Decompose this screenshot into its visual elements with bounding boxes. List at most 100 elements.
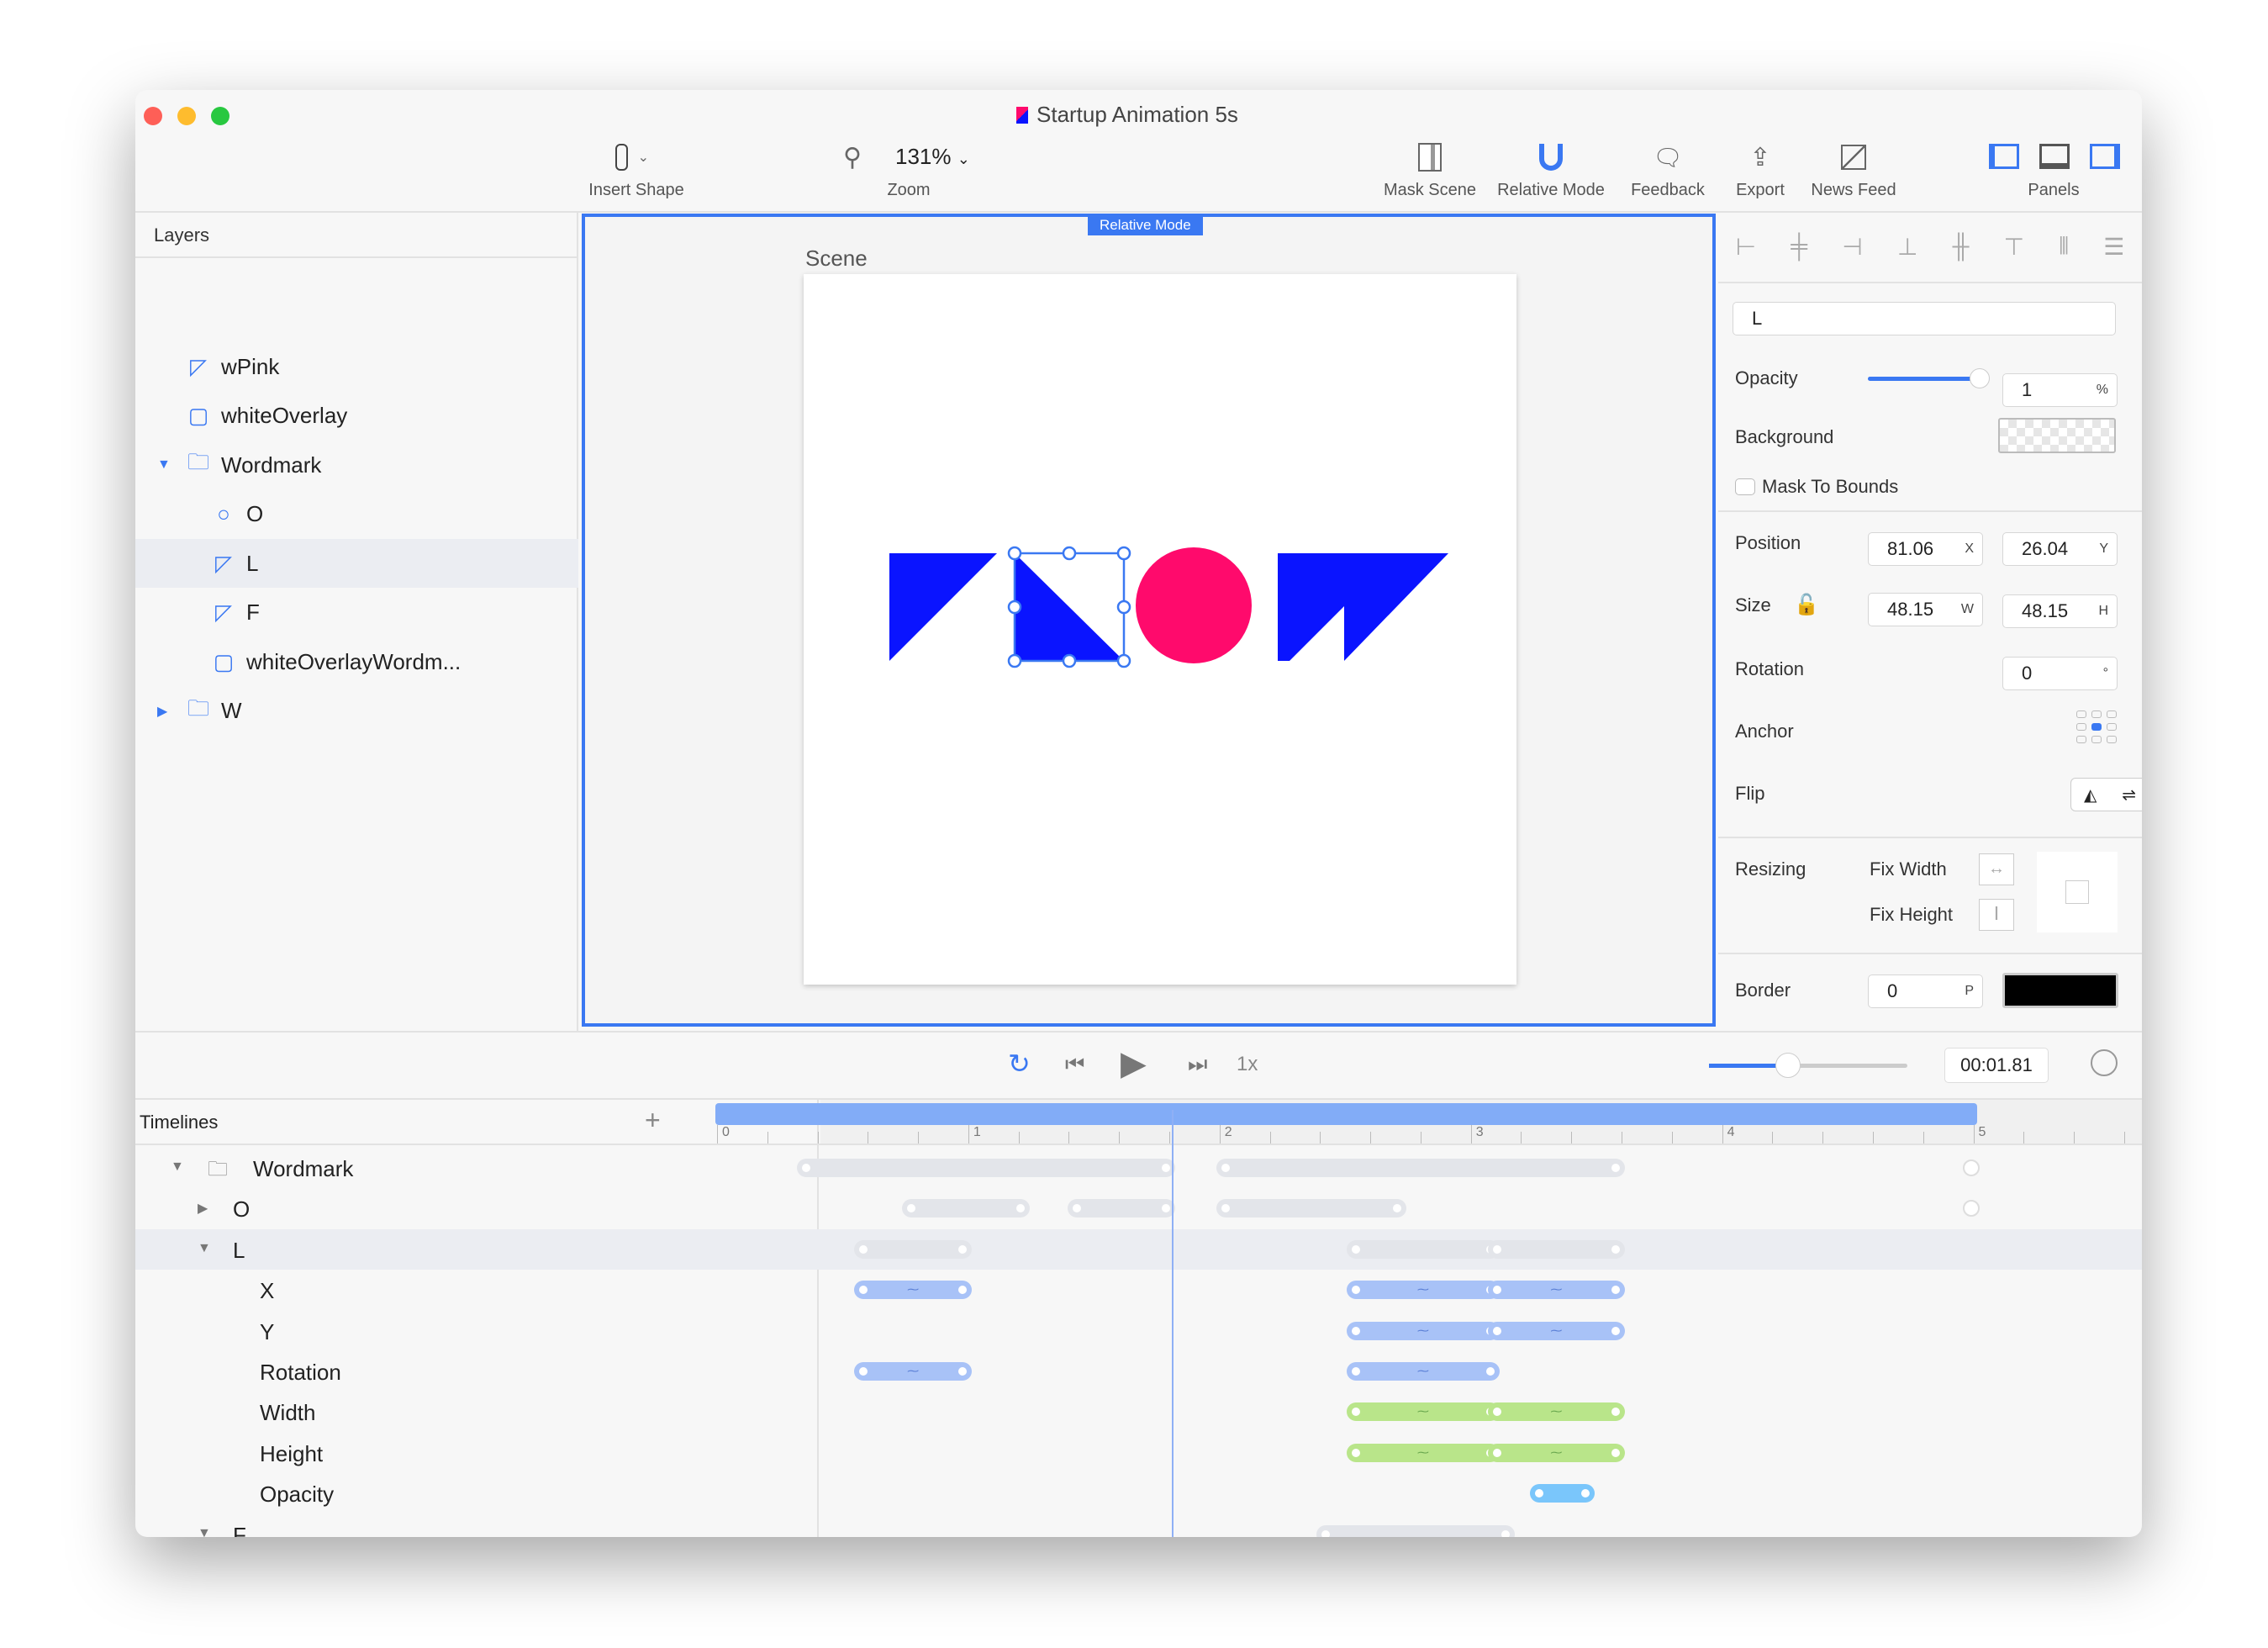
keyframe-dot[interactable] bbox=[1490, 1284, 1503, 1297]
keyframe-dot[interactable] bbox=[1219, 1202, 1232, 1215]
insert-shape-button[interactable]: ⌄ bbox=[615, 140, 649, 174]
keyframe-bar[interactable] bbox=[854, 1239, 972, 1259]
clock-icon[interactable] bbox=[2091, 1049, 2118, 1076]
keyframe-dot[interactable] bbox=[956, 1365, 968, 1377]
layer-row[interactable]: ▶ 🗀 W bbox=[135, 687, 578, 736]
keyframe-dot[interactable] bbox=[857, 1284, 870, 1297]
layer-row[interactable]: ◸ F bbox=[135, 589, 578, 637]
keyframe-dot[interactable] bbox=[1350, 1365, 1363, 1377]
disclosure-arrow-icon[interactable]: ▶ bbox=[157, 703, 167, 720]
keyframe-dot[interactable] bbox=[956, 1284, 968, 1297]
keyframe-dot[interactable] bbox=[1490, 1324, 1503, 1337]
resizing-constraints-widget[interactable] bbox=[2037, 852, 2118, 932]
shape-o[interactable] bbox=[1136, 547, 1252, 663]
unlock-icon[interactable]: 🔓 bbox=[1794, 593, 1819, 617]
shape-w[interactable] bbox=[1278, 553, 1448, 661]
keyframe-dot[interactable] bbox=[1160, 1202, 1173, 1215]
minimize-button[interactable] bbox=[177, 107, 196, 125]
distribute-v-icon[interactable]: ☰ bbox=[2103, 233, 2124, 261]
keyframe-bar[interactable] bbox=[796, 1159, 1176, 1177]
opacity-slider[interactable] bbox=[1868, 368, 1990, 388]
fix-height-toggle[interactable]: Ⅰ bbox=[1979, 899, 2014, 931]
speed-selector[interactable]: 1x bbox=[1237, 1053, 1258, 1076]
opacity-input[interactable]: 1% bbox=[2002, 373, 2118, 407]
keyframe-dot[interactable] bbox=[1610, 1243, 1622, 1255]
mask-to-bounds-checkbox[interactable] bbox=[1735, 478, 1755, 495]
keyframe-dot[interactable] bbox=[1014, 1202, 1026, 1215]
timeline-row[interactable]: ▶ O bbox=[135, 1188, 2142, 1228]
anchor-picker[interactable] bbox=[2076, 710, 2117, 743]
keyframe-dot[interactable] bbox=[1350, 1406, 1363, 1418]
keyframe-bar[interactable]: ⁓ bbox=[1347, 1402, 1500, 1422]
position-y-input[interactable]: 26.04 Y bbox=[2002, 532, 2118, 566]
keyframe-dot[interactable] bbox=[857, 1243, 870, 1255]
bottom-panel-toggle-icon[interactable] bbox=[2039, 144, 2070, 169]
keyframe-dot[interactable] bbox=[1320, 1528, 1332, 1537]
close-button[interactable] bbox=[144, 107, 162, 125]
background-color-well[interactable] bbox=[1998, 418, 2116, 453]
align-bottom-icon[interactable]: ⊥ bbox=[1897, 233, 1917, 261]
disclosure-arrow-icon[interactable]: ▼ bbox=[198, 1241, 211, 1256]
skip-forward-icon[interactable]: ⏭ bbox=[1188, 1051, 1207, 1078]
flip-horizontal-icon[interactable]: ◭ bbox=[2084, 784, 2097, 806]
align-right-icon[interactable]: ⊣ bbox=[1842, 233, 1862, 261]
left-panel-toggle-icon[interactable] bbox=[1989, 144, 2019, 169]
keyframe-dot[interactable] bbox=[1160, 1162, 1173, 1174]
layer-row[interactable]: ▢ whiteOverlayWordm... bbox=[135, 637, 578, 686]
timeline-row[interactable]: ▼ F bbox=[135, 1514, 2142, 1537]
current-time-field[interactable]: 00:01.81 bbox=[1944, 1048, 2049, 1083]
timeline-row[interactable]: X ⁓ ⁓ ⁓ bbox=[135, 1270, 2142, 1310]
layer-row[interactable]: ▼ 🗀 Wordmark bbox=[135, 441, 578, 489]
keyframe-dot[interactable] bbox=[1350, 1324, 1363, 1337]
timeline-row[interactable]: ▼ 🗀 Wordmark bbox=[135, 1148, 2142, 1188]
keyframe-bar[interactable] bbox=[1068, 1199, 1176, 1218]
align-center-v-icon[interactable]: ╫ bbox=[1953, 233, 1970, 260]
layer-row[interactable]: ○ O bbox=[135, 490, 578, 539]
canvas[interactable]: Relative Mode Scene bbox=[582, 214, 1716, 1027]
keyframe-bar[interactable]: ⁓ bbox=[1347, 1443, 1500, 1462]
keyframe-dot[interactable] bbox=[1499, 1528, 1511, 1537]
keyframe-dot[interactable] bbox=[1610, 1162, 1622, 1174]
timeline-row[interactable]: Width ⁓ ⁓ bbox=[135, 1392, 2142, 1432]
layer-row[interactable]: ◸ wPink bbox=[135, 342, 578, 391]
flip-vertical-icon[interactable]: ⇌ bbox=[2122, 784, 2136, 806]
timeline-row[interactable]: ▼ L bbox=[135, 1228, 2142, 1270]
keyframe-dot[interactable] bbox=[1490, 1243, 1503, 1255]
scene[interactable] bbox=[804, 274, 1516, 985]
keyframe-dot[interactable] bbox=[1962, 1159, 1980, 1176]
align-center-h-icon[interactable]: ╪ bbox=[1791, 233, 1807, 260]
feedback-button[interactable]: 🗨 bbox=[1651, 140, 1685, 174]
timeline-zoom-slider[interactable] bbox=[1709, 1053, 1907, 1078]
shape-l[interactable] bbox=[1015, 553, 1124, 661]
zoom-window-button[interactable] bbox=[211, 107, 229, 125]
keyframe-dot[interactable] bbox=[1219, 1162, 1232, 1174]
keyframe-dot[interactable] bbox=[799, 1162, 812, 1174]
keyframe-bar[interactable]: ⁓ bbox=[1347, 1362, 1500, 1381]
work-area-range[interactable] bbox=[715, 1103, 1977, 1125]
keyframe-dot[interactable] bbox=[1610, 1284, 1622, 1297]
keyframe-bar[interactable]: ⁓ bbox=[1487, 1321, 1626, 1340]
disclosure-arrow-icon[interactable]: ▼ bbox=[157, 457, 171, 473]
mask-scene-button[interactable] bbox=[1413, 140, 1447, 174]
keyframe-dot[interactable] bbox=[1484, 1365, 1496, 1377]
keyframe-bar[interactable]: ⁓ bbox=[1347, 1321, 1500, 1340]
keyframe-dot[interactable] bbox=[1610, 1324, 1622, 1337]
export-button[interactable]: ⇪ bbox=[1743, 140, 1777, 174]
border-width-input[interactable]: 0P bbox=[1868, 975, 1983, 1008]
keyframe-bar[interactable]: ⁓ bbox=[1487, 1443, 1626, 1462]
keyframe-bar[interactable]: ⁓ bbox=[854, 1362, 972, 1381]
align-top-icon[interactable]: ⊤ bbox=[2004, 233, 2024, 261]
news-feed-button[interactable] bbox=[1837, 140, 1870, 174]
keyframe-bar[interactable] bbox=[1530, 1484, 1596, 1503]
keyframe-dot[interactable] bbox=[1350, 1284, 1363, 1297]
layer-row[interactable]: ▢ whiteOverlay bbox=[135, 392, 578, 441]
keyframe-dot[interactable] bbox=[1391, 1202, 1403, 1215]
keyframe-dot[interactable] bbox=[1580, 1487, 1592, 1500]
keyframe-bar[interactable] bbox=[1347, 1239, 1500, 1259]
keyframe-bar[interactable] bbox=[1216, 1159, 1626, 1177]
position-x-input[interactable]: 81.06 X bbox=[1868, 532, 1983, 566]
keyframe-bar[interactable] bbox=[902, 1199, 1030, 1218]
timeline-row[interactable]: Opacity bbox=[135, 1473, 2142, 1513]
keyframe-dot[interactable] bbox=[1071, 1202, 1084, 1215]
relative-mode-button[interactable] bbox=[1534, 140, 1568, 174]
